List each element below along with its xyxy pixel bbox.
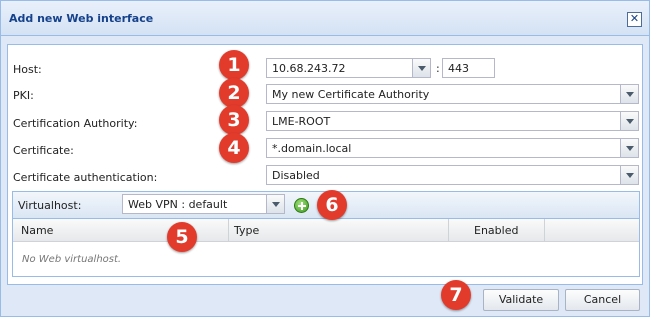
certificate-value: *.domain.local	[272, 142, 352, 155]
chevron-down-icon[interactable]	[412, 59, 430, 77]
chevron-down-icon[interactable]	[620, 112, 638, 130]
certificate-label: Certificate:	[13, 144, 74, 157]
column-type[interactable]: Type	[234, 224, 259, 237]
pki-value: My new Certificate Authority	[272, 88, 430, 101]
dialog-titlebar: Add new Web interface ✕	[1, 1, 649, 36]
ca-value: LME-ROOT	[272, 115, 331, 128]
host-value: 10.68.243.72	[272, 62, 346, 75]
virtualhost-value: Web VPN : default	[128, 198, 228, 211]
port-field[interactable]: 443	[442, 58, 495, 78]
port-value: 443	[448, 62, 469, 75]
pki-select[interactable]: My new Certificate Authority	[266, 84, 639, 104]
cert-auth-select[interactable]: Disabled	[266, 165, 639, 185]
callout-badge-5: 5	[167, 222, 197, 252]
virtualhost-grid-header: Name Type Enabled	[13, 219, 639, 242]
ca-label: Certification Authority:	[13, 117, 138, 130]
close-icon[interactable]: ✕	[627, 12, 642, 27]
chevron-down-icon[interactable]	[620, 139, 638, 157]
empty-grid-message: No Web virtualhost.	[22, 254, 122, 265]
cancel-button[interactable]: Cancel	[565, 289, 640, 311]
host-label: Host:	[13, 63, 42, 76]
add-virtualhost-icon[interactable]	[294, 198, 309, 213]
ca-select[interactable]: LME-ROOT	[266, 111, 639, 131]
column-enabled[interactable]: Enabled	[474, 224, 518, 237]
callout-badge-1: 1	[219, 50, 249, 80]
add-web-interface-dialog: Add new Web interface ✕ Host: 10.68.243.…	[0, 0, 650, 317]
chevron-down-icon[interactable]	[266, 195, 284, 213]
port-separator: :	[436, 62, 440, 75]
column-name[interactable]: Name	[21, 224, 53, 237]
callout-badge-3: 3	[219, 105, 249, 135]
pki-label: PKI:	[13, 89, 34, 102]
cert-auth-label: Certificate authentication:	[13, 171, 158, 184]
form-panel: Host: 10.68.243.72 : 443 PKI: My new Cer…	[7, 44, 643, 285]
host-combo[interactable]: 10.68.243.72	[266, 58, 431, 78]
callout-badge-2: 2	[219, 78, 249, 108]
callout-badge-7: 7	[441, 280, 471, 310]
virtualhost-label: Virtualhost:	[18, 199, 82, 212]
certificate-select[interactable]: *.domain.local	[266, 138, 639, 158]
chevron-down-icon[interactable]	[620, 166, 638, 184]
chevron-down-icon[interactable]	[620, 85, 638, 103]
cert-auth-value: Disabled	[272, 169, 320, 182]
virtualhost-select[interactable]: Web VPN : default	[122, 194, 285, 214]
dialog-title: Add new Web interface	[9, 12, 154, 25]
callout-badge-6: 6	[317, 190, 347, 220]
validate-button[interactable]: Validate	[483, 289, 559, 311]
callout-badge-4: 4	[219, 133, 249, 163]
